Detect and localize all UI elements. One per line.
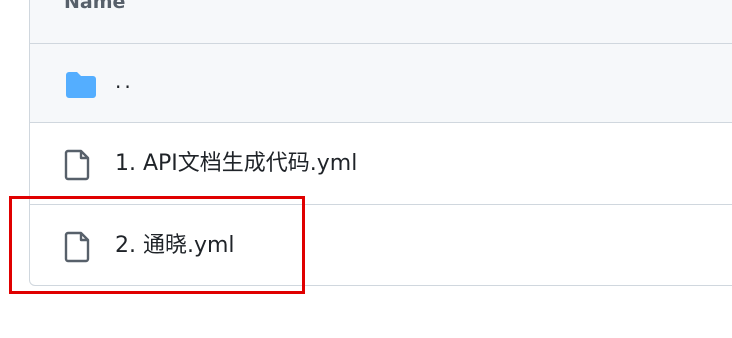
file-link[interactable]: 1. API文档生成代码.yml: [115, 150, 357, 178]
highlight-annotation-box: [9, 196, 305, 294]
parent-directory-row[interactable]: ..: [30, 44, 732, 123]
file-icon: [64, 149, 92, 181]
parent-directory-link[interactable]: ..: [115, 67, 134, 95]
file-row[interactable]: 1. API文档生成代码.yml: [30, 123, 732, 205]
name-column-header: Name: [64, 0, 126, 13]
table-header: Name: [30, 0, 732, 44]
folder-icon: [64, 70, 96, 100]
